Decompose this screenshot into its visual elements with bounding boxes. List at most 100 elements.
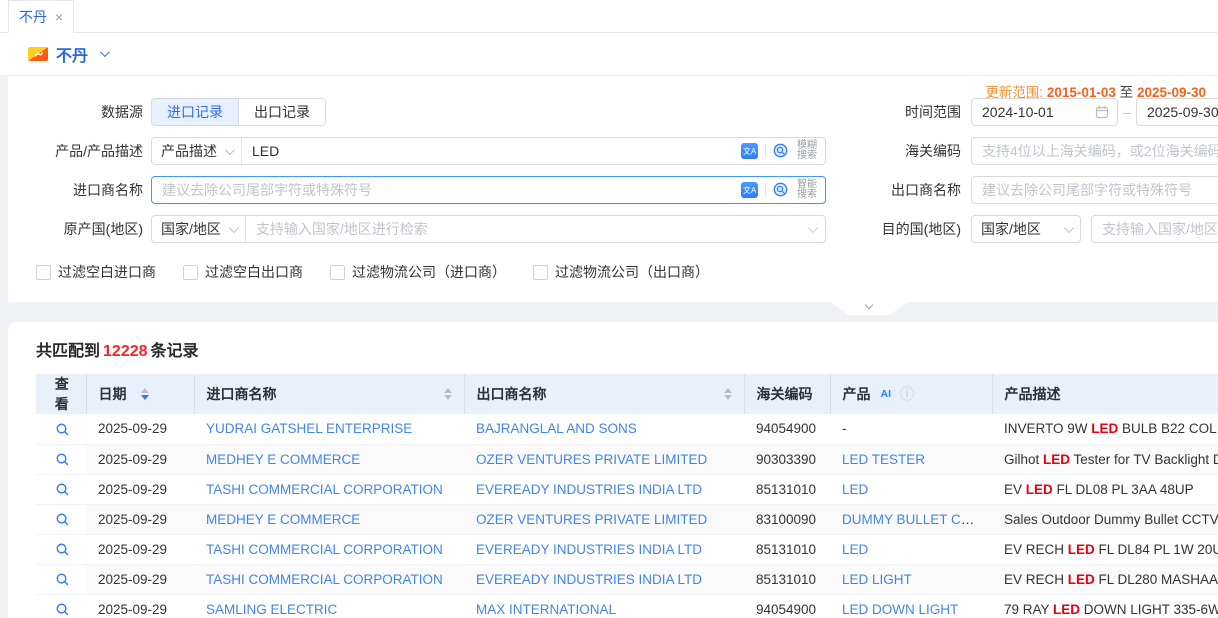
checkbox-label: 过滤空白进口商 bbox=[58, 262, 156, 282]
product-cell: DUMMY BULLET CCTV... bbox=[830, 504, 992, 534]
view-cell bbox=[36, 534, 86, 564]
view-record-button[interactable] bbox=[55, 542, 70, 557]
date-cell: 2025-09-29 bbox=[86, 474, 194, 504]
sort-date[interactable] bbox=[141, 388, 149, 400]
checkbox[interactable] bbox=[533, 265, 548, 280]
exporter-link[interactable]: BAJRANGLAL AND SONS bbox=[476, 421, 637, 436]
translate-icon[interactable]: 文A bbox=[741, 143, 758, 159]
checkbox[interactable] bbox=[36, 265, 51, 280]
date-cell: 2025-09-29 bbox=[86, 414, 194, 444]
tab-strip: 不丹 × bbox=[0, 0, 1218, 33]
collapse-filters-handle[interactable] bbox=[830, 302, 908, 315]
importer-link[interactable]: TASHI COMMERCIAL CORPORATION bbox=[206, 482, 443, 497]
importer-link[interactable]: TASHI COMMERCIAL CORPORATION bbox=[206, 572, 443, 587]
product-link[interactable]: LED bbox=[842, 542, 868, 557]
origin-country-input[interactable] bbox=[246, 216, 808, 242]
calendar-icon[interactable] bbox=[1095, 105, 1109, 119]
product-cell: LED LIGHT bbox=[830, 564, 992, 594]
col-hs-code: 海关编码 bbox=[744, 374, 830, 414]
view-cell bbox=[36, 594, 86, 618]
product-search-input[interactable] bbox=[242, 138, 741, 164]
importer-link[interactable]: SAMLING ELECTRIC bbox=[206, 602, 337, 617]
import-records-button[interactable]: 进口记录 bbox=[152, 99, 238, 125]
product-link[interactable]: DUMMY BULLET CCTV... bbox=[842, 512, 992, 527]
export-records-button[interactable]: 出口记录 bbox=[238, 99, 325, 125]
date-from-input[interactable] bbox=[972, 99, 1095, 125]
smart-search-icon[interactable] bbox=[773, 182, 790, 199]
update-range: 更新范围: 2015-01-03 至 2025-09-30 bbox=[985, 81, 1206, 101]
col-description: 产品描述 bbox=[992, 374, 1218, 414]
view-record-button[interactable] bbox=[55, 452, 70, 467]
importer-link[interactable]: TASHI COMMERCIAL CORPORATION bbox=[206, 542, 443, 557]
smart-search-label[interactable]: 智能 搜索 bbox=[797, 180, 817, 200]
view-record-button[interactable] bbox=[55, 602, 70, 617]
hs-code-cell: 90303390 bbox=[744, 444, 830, 474]
sort-exporter[interactable] bbox=[724, 388, 732, 400]
checkbox[interactable] bbox=[330, 265, 345, 280]
origin-country-group: 国家/地区 bbox=[151, 215, 826, 243]
fuzzy-search-label[interactable]: 模糊 搜索 bbox=[797, 141, 817, 161]
origin-country-select[interactable]: 国家/地区 bbox=[152, 216, 246, 242]
translate-icon[interactable]: 文A bbox=[741, 182, 758, 198]
exporter-link[interactable]: OZER VENTURES PRIVATE LIMITED bbox=[476, 452, 707, 467]
date-to-input[interactable] bbox=[1137, 99, 1218, 125]
importer-link[interactable]: MEDHEY E COMMERCE bbox=[206, 512, 360, 527]
exporter-link[interactable]: EVEREADY INDUSTRIES INDIA LTD bbox=[476, 572, 702, 587]
destination-country-label: 目的国(地区) bbox=[826, 219, 961, 239]
date-cell: 2025-09-29 bbox=[86, 594, 194, 618]
exporter-link[interactable]: EVEREADY INDUSTRIES INDIA LTD bbox=[476, 542, 702, 557]
origin-select-value: 国家/地区 bbox=[161, 219, 221, 239]
date-cell: 2025-09-29 bbox=[86, 444, 194, 474]
importer-cell: MEDHEY E COMMERCE bbox=[194, 444, 464, 474]
product-cell: LED bbox=[830, 474, 992, 504]
destination-country-input[interactable] bbox=[1092, 216, 1218, 242]
checkbox[interactable] bbox=[183, 265, 198, 280]
exporter-link[interactable]: EVEREADY INDUSTRIES INDIA LTD bbox=[476, 482, 702, 497]
highlighted-keyword: LED bbox=[1026, 482, 1053, 497]
results-panel: 共匹配到12228条记录 查看 日期 进口商名称 bbox=[8, 322, 1218, 618]
checkbox-label: 过滤物流公司（出口商） bbox=[555, 262, 709, 282]
view-record-button[interactable] bbox=[55, 512, 70, 527]
importer-link[interactable]: YUDRAI GATSHEL ENTERPRISE bbox=[206, 421, 412, 436]
view-record-button[interactable] bbox=[55, 572, 70, 587]
filter-logistics-exporter[interactable]: 过滤物流公司（出口商） bbox=[533, 262, 709, 282]
importer-link[interactable]: MEDHEY E COMMERCE bbox=[206, 452, 360, 467]
importer-cell: MEDHEY E COMMERCE bbox=[194, 504, 464, 534]
date-cell: 2025-09-29 bbox=[86, 504, 194, 534]
date-range-separator: – bbox=[1118, 104, 1136, 120]
product-link[interactable]: LED DOWN LIGHT bbox=[842, 602, 958, 617]
filter-logistics-importer[interactable]: 过滤物流公司（进口商） bbox=[330, 262, 506, 282]
page-title: 不丹 bbox=[56, 42, 88, 66]
filter-blank-importer[interactable]: 过滤空白进口商 bbox=[36, 262, 156, 282]
destination-country-field bbox=[1091, 215, 1218, 243]
tab-bhutan[interactable]: 不丹 × bbox=[8, 0, 74, 33]
chevron-down-icon bbox=[1064, 223, 1074, 233]
chevron-down-icon[interactable] bbox=[100, 47, 110, 57]
importer-cell: YUDRAI GATSHEL ENTERPRISE bbox=[194, 414, 464, 444]
product-link[interactable]: LED LIGHT bbox=[842, 572, 912, 587]
hs-code-input[interactable] bbox=[972, 138, 1218, 164]
fuzzy-search-icon[interactable] bbox=[773, 143, 790, 160]
exporter-link[interactable]: OZER VENTURES PRIVATE LIMITED bbox=[476, 512, 707, 527]
exporter-name-input[interactable] bbox=[972, 177, 1218, 203]
product-type-select[interactable]: 产品描述 bbox=[152, 138, 242, 164]
view-record-button[interactable] bbox=[55, 422, 70, 437]
exporter-link[interactable]: MAX INTERNATIONAL bbox=[476, 602, 616, 617]
view-record-button[interactable] bbox=[55, 482, 70, 497]
info-icon[interactable]: ⓘ bbox=[900, 384, 914, 404]
chevron-down-icon[interactable] bbox=[808, 223, 818, 233]
view-cell bbox=[36, 474, 86, 504]
product-link[interactable]: LED bbox=[842, 482, 868, 497]
destination-country-select[interactable]: 国家/地区 bbox=[971, 215, 1081, 243]
product-link[interactable]: LED TESTER bbox=[842, 452, 925, 467]
time-range-label: 时间范围 bbox=[826, 102, 961, 122]
product-cell: LED TESTER bbox=[830, 444, 992, 474]
chevron-down-icon bbox=[225, 145, 235, 155]
view-cell bbox=[36, 444, 86, 474]
close-icon[interactable]: × bbox=[55, 10, 63, 24]
importer-name-input[interactable] bbox=[152, 177, 741, 203]
table-header-row: 查看 日期 进口商名称 出口商名称 bbox=[36, 374, 1218, 414]
sort-importer[interactable] bbox=[444, 388, 452, 400]
filter-blank-exporter[interactable]: 过滤空白出口商 bbox=[183, 262, 303, 282]
date-to-field bbox=[1136, 98, 1218, 126]
